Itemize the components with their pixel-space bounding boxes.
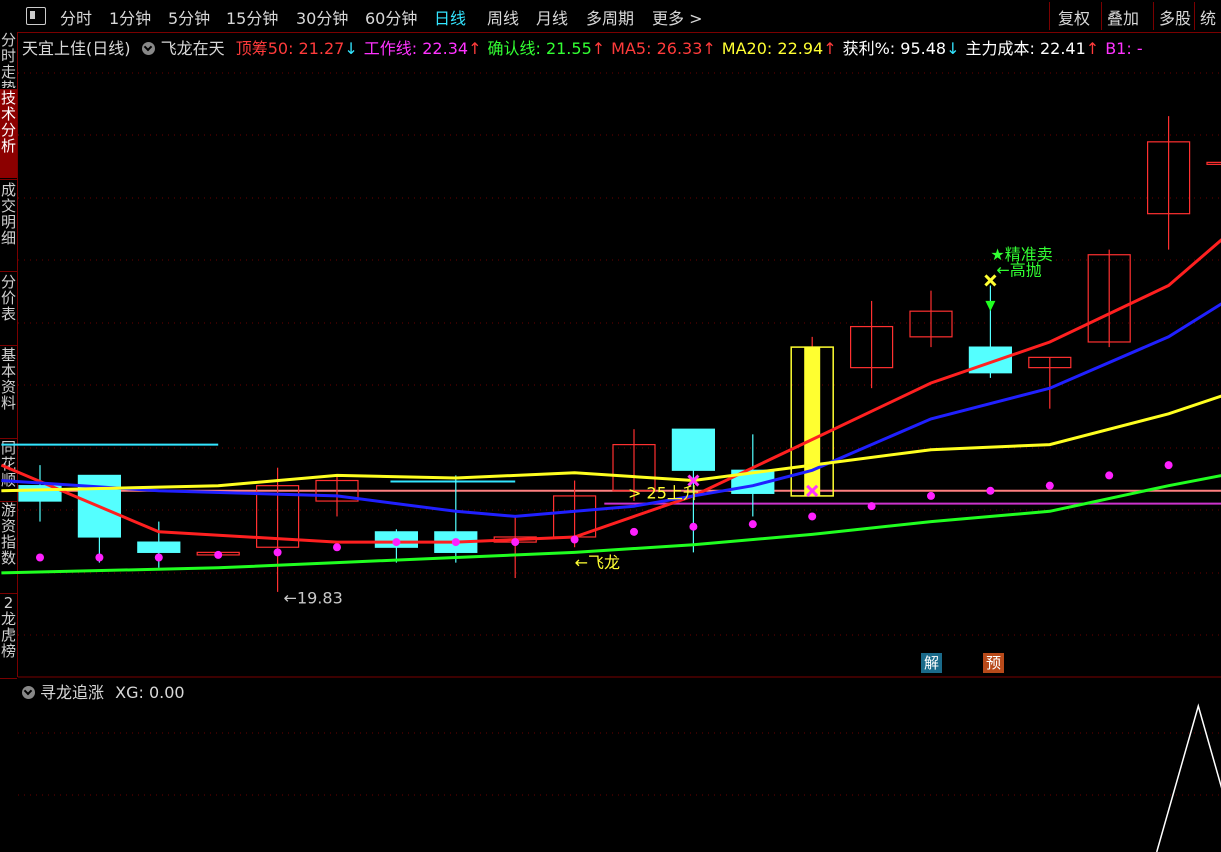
- signal-dot: [570, 535, 579, 544]
- candle-body-fill: [804, 347, 821, 496]
- xg-signal-line: [1155, 703, 1221, 852]
- signal-dot: [333, 543, 341, 552]
- signal-dot: [511, 538, 520, 547]
- sub-indicator-header: 寻龙追涨 XG: 0.00: [22, 679, 185, 703]
- kline-chart: ←19.83←29.1←飞龙> 25上升★精准卖←高抛: [0, 72, 1221, 852]
- signal-dot: [451, 538, 460, 547]
- chart-label: ←高抛: [996, 260, 1041, 279]
- series-line-2: [1, 394, 1221, 493]
- signal-dot: [36, 553, 44, 562]
- signal-dot: [1164, 461, 1173, 470]
- signal-dot: [273, 548, 282, 557]
- chart-label: > 25上升: [628, 483, 699, 502]
- candle-body: [671, 428, 716, 471]
- signal-dot: [986, 486, 995, 495]
- signal-dot: [630, 527, 638, 536]
- sell-arrow-icon: [985, 300, 996, 312]
- sub-dropdown-icon[interactable]: [22, 686, 35, 699]
- candle-body: [137, 541, 181, 553]
- yu-button[interactable]: 预: [983, 653, 1004, 673]
- sub-indicator-plot: [1155, 703, 1221, 852]
- signal-dot: [927, 491, 935, 500]
- chart-label: ←19.83: [284, 589, 343, 608]
- sub-indicator-value: XG: 0.00: [115, 683, 185, 702]
- candle-body: [1206, 161, 1221, 165]
- signal-dot: [214, 550, 223, 559]
- jie-button[interactable]: 解: [921, 653, 942, 673]
- signal-dot: [1105, 471, 1114, 480]
- signal-dot: [748, 520, 757, 529]
- cross-marker: [984, 274, 997, 287]
- signal-dot: [1045, 481, 1054, 490]
- series-line-1: [1, 302, 1221, 518]
- signal-dot: [392, 538, 401, 547]
- chart-label: ←飞龙: [575, 553, 620, 572]
- signal-dot: [689, 522, 698, 531]
- sub-indicator-title[interactable]: 寻龙追涨: [40, 683, 104, 702]
- signal-dot: [808, 512, 817, 521]
- signal-dot: [154, 553, 163, 562]
- signal-dot: [95, 553, 104, 562]
- grid-lines: [18, 72, 1221, 796]
- signal-dot: [867, 502, 876, 511]
